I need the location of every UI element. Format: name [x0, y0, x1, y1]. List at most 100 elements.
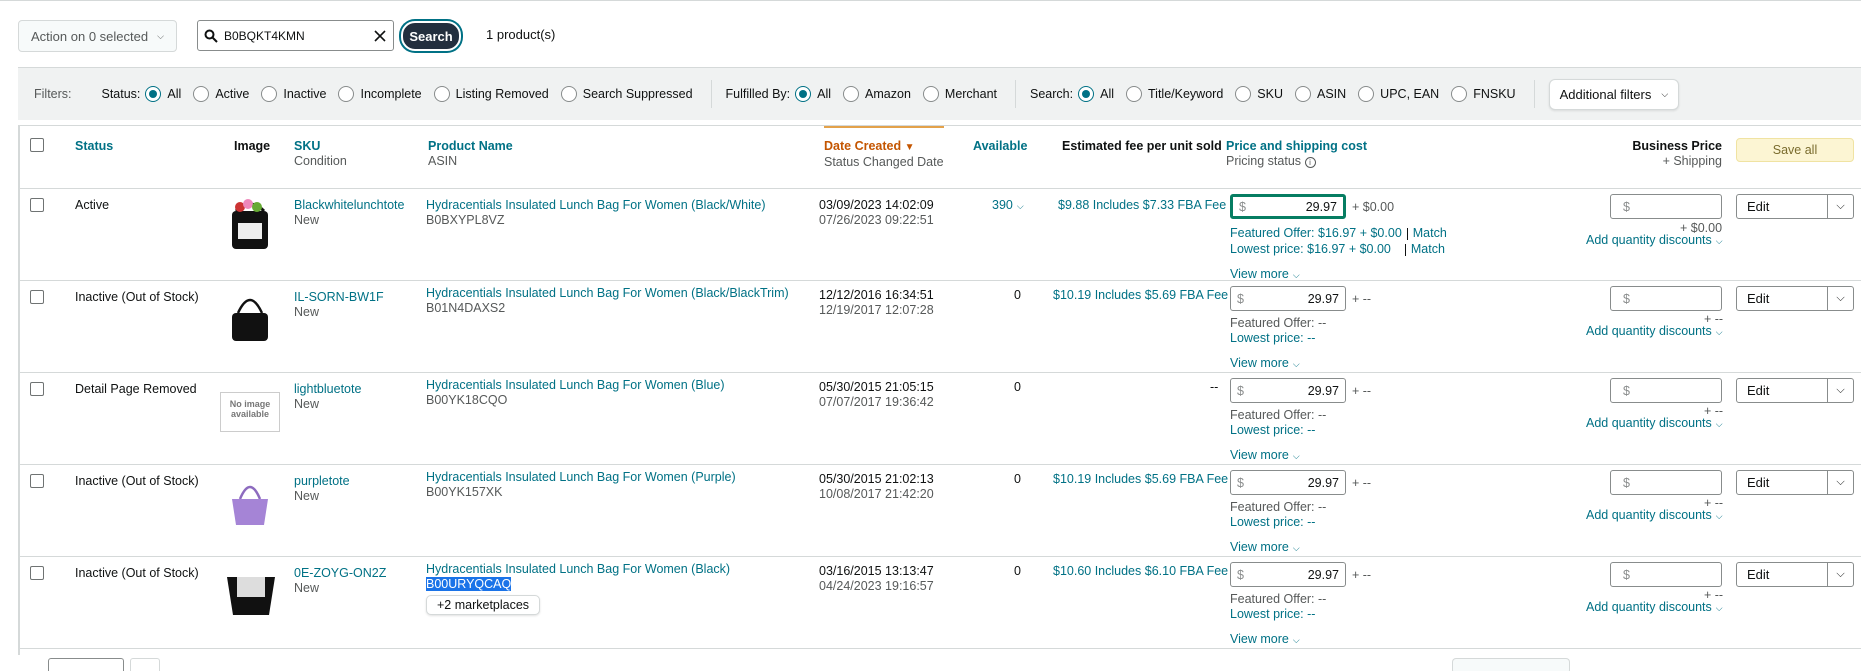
product-name-link[interactable]: Hydracentials Insulated Lunch Bag For Wo… [426, 470, 736, 485]
search-upc-radio[interactable]: UPC, EAN [1358, 86, 1439, 102]
chevron-down-icon: ⌵ [1661, 88, 1669, 99]
save-all-button[interactable]: Save all [1736, 138, 1854, 162]
price-header[interactable]: Price and shipping cost Pricing status i [1226, 139, 1367, 169]
row-checkbox[interactable] [30, 198, 44, 212]
edit-button-group[interactable]: Edit ⌵ [1736, 286, 1854, 311]
price-input[interactable]: $29.97 [1230, 286, 1346, 311]
status-active-radio[interactable]: Active [193, 86, 249, 102]
search-sku-radio[interactable]: SKU [1235, 86, 1283, 102]
business-price-input[interactable]: $ [1610, 286, 1722, 311]
search-button[interactable]: Search [401, 21, 461, 51]
add-quantity-discounts-link[interactable]: Add quantity discounts ⌵ [1586, 233, 1723, 249]
sku-link[interactable]: Blackwhitelunchtote [294, 198, 404, 213]
available-qty-link[interactable]: 390 ⌵ [992, 198, 1024, 214]
edit-button[interactable]: Edit [1737, 195, 1827, 218]
chevron-down-icon[interactable]: ⌵ [1827, 563, 1853, 586]
chevron-down-icon: ⌵ [1292, 359, 1300, 369]
search-asin-radio[interactable]: ASIN [1294, 86, 1346, 102]
edit-button[interactable]: Edit [1737, 379, 1827, 402]
sku-link[interactable]: IL-SORN-BW1F [294, 290, 384, 305]
date-created-header[interactable]: Date Created ▼ Status Changed Date [824, 126, 944, 170]
chevron-down-icon[interactable]: ⌵ [1827, 379, 1853, 402]
edit-button-group[interactable]: Edit ⌵ [1736, 562, 1854, 587]
fee-link[interactable]: $10.60 Includes $6.10 FBA Fee [1053, 564, 1228, 579]
view-more-link[interactable]: View more ⌵ [1230, 448, 1300, 464]
price-input[interactable]: $29.97 [1230, 378, 1346, 403]
row-checkbox[interactable] [30, 474, 44, 488]
add-quantity-discounts-link[interactable]: Add quantity discounts ⌵ [1586, 508, 1723, 524]
view-more-link[interactable]: View more ⌵ [1230, 356, 1300, 372]
product-image[interactable] [222, 564, 280, 622]
status-incomplete-radio[interactable]: Incomplete [338, 86, 422, 102]
next-page-button[interactable] [130, 658, 160, 671]
row-checkbox[interactable] [30, 382, 44, 396]
business-price-input[interactable]: $ [1610, 378, 1722, 403]
divider [1015, 80, 1017, 108]
clear-icon[interactable] [373, 29, 387, 43]
info-icon[interactable]: i [1304, 157, 1316, 168]
fulfilled-all-radio[interactable]: All [795, 86, 831, 102]
status-search-suppressed-radio[interactable]: Search Suppressed [560, 86, 693, 102]
price-input[interactable]: $29.97 [1230, 562, 1346, 587]
view-more-link[interactable]: View more ⌵ [1230, 540, 1300, 556]
chevron-down-icon[interactable]: ⌵ [1827, 287, 1853, 310]
bulk-action-dropdown[interactable]: Action on 0 selected ⌵ [18, 20, 177, 52]
product-name-link[interactable]: Hydracentials Insulated Lunch Bag For Wo… [426, 286, 789, 301]
product-image[interactable] [225, 288, 275, 346]
product-image[interactable] [225, 472, 275, 530]
additional-filters-button[interactable]: Additional filters ⌵ [1548, 78, 1680, 110]
sku-header[interactable]: SKU Condition [294, 139, 347, 169]
search-all-radio[interactable]: All [1078, 86, 1114, 102]
search-input[interactable] [224, 28, 367, 43]
chevron-down-icon[interactable]: ⌵ [1827, 471, 1853, 494]
product-name-header[interactable]: Product Name ASIN [428, 139, 513, 169]
search-title-radio[interactable]: Title/Keyword [1126, 86, 1223, 102]
add-quantity-discounts-link[interactable]: Add quantity discounts ⌵ [1586, 324, 1723, 340]
sku-link[interactable]: lightbluetote [294, 382, 361, 397]
page-number-input[interactable] [48, 658, 124, 671]
edit-button[interactable]: Edit [1737, 471, 1827, 494]
fulfilled-merchant-radio[interactable]: Merchant [922, 86, 997, 102]
product-name-link[interactable]: Hydracentials Insulated Lunch Bag For Wo… [426, 562, 730, 577]
product-name-link[interactable]: Hydracentials Insulated Lunch Bag For Wo… [426, 198, 766, 213]
available-header[interactable]: Available [973, 139, 1027, 154]
price-input[interactable]: $29.97 [1230, 194, 1346, 219]
save-button-bottom[interactable] [1452, 658, 1570, 671]
match-lowest-link[interactable]: Match [1411, 242, 1445, 256]
add-quantity-discounts-link[interactable]: Add quantity discounts ⌵ [1586, 600, 1723, 616]
business-price-input[interactable]: $ [1610, 194, 1722, 219]
chevron-down-icon[interactable]: ⌵ [1827, 195, 1853, 218]
search-fnsku-radio[interactable]: FNSKU [1451, 86, 1516, 102]
status-listing-removed-radio[interactable]: Listing Removed [433, 86, 549, 102]
business-price-input[interactable]: $ [1610, 562, 1722, 587]
add-quantity-discounts-link[interactable]: Add quantity discounts ⌵ [1586, 416, 1723, 432]
fee-link[interactable]: $10.19 Includes $5.69 FBA Fee [1053, 288, 1228, 303]
product-name-link[interactable]: Hydracentials Insulated Lunch Bag For Wo… [426, 378, 725, 393]
status-header[interactable]: Status [75, 139, 113, 154]
edit-button[interactable]: Edit [1737, 287, 1827, 310]
inventory-table: Status Image SKU Condition Product Name AS… [18, 125, 1861, 655]
status-inactive-radio[interactable]: Inactive [261, 86, 326, 102]
product-image[interactable] [225, 196, 275, 254]
product-image[interactable]: No image available [220, 383, 280, 441]
select-all-checkbox[interactable] [30, 138, 44, 152]
edit-button-group[interactable]: Edit ⌵ [1736, 378, 1854, 403]
row-checkbox[interactable] [30, 290, 44, 304]
search-field[interactable] [197, 20, 394, 51]
fee-link[interactable]: $10.19 Includes $5.69 FBA Fee [1053, 472, 1228, 487]
row-checkbox[interactable] [30, 566, 44, 580]
fulfilled-amazon-radio[interactable]: Amazon [843, 86, 911, 102]
edit-button[interactable]: Edit [1737, 563, 1827, 586]
marketplaces-button[interactable]: +2 marketplaces [426, 595, 541, 615]
status-all-radio[interactable]: All [145, 86, 181, 102]
sku-link[interactable]: purpletote [294, 474, 350, 489]
view-more-link[interactable]: View more ⌵ [1230, 632, 1300, 648]
match-featured-link[interactable]: Match [1413, 226, 1447, 240]
edit-button-group[interactable]: Edit ⌵ [1736, 470, 1854, 495]
edit-button-group[interactable]: Edit ⌵ [1736, 194, 1854, 219]
fee-link[interactable]: $9.88 Includes $7.33 FBA Fee [1058, 198, 1226, 213]
price-input[interactable]: $29.97 [1230, 470, 1346, 495]
sku-link[interactable]: 0E-ZOYG-ON2Z [294, 566, 386, 581]
business-price-input[interactable]: $ [1610, 470, 1722, 495]
date-created: 12/12/2016 16:34:51 [819, 288, 934, 302]
